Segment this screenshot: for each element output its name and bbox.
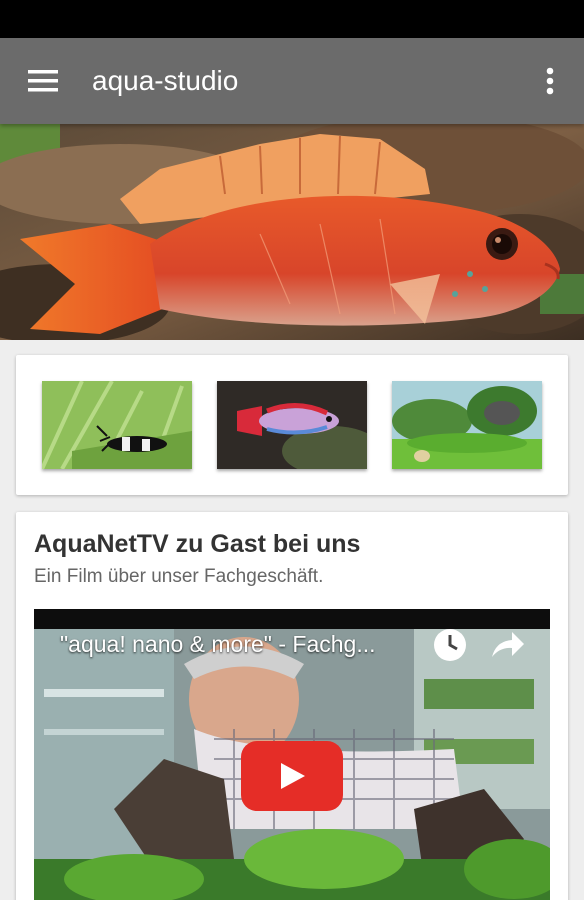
play-icon[interactable] — [241, 741, 343, 811]
app-bar: aqua-studio — [0, 38, 584, 124]
hero-fish-image — [0, 124, 584, 340]
video-overlay-title: "aqua! nano & more" - Fachg... — [60, 631, 376, 657]
thumbnail-gallery-card — [16, 355, 568, 495]
video-card-subtitle: Ein Film über unser Fachgeschäft. — [34, 566, 324, 587]
app-title: aqua-studio — [92, 65, 239, 96]
status-bar — [0, 0, 584, 38]
share-icon[interactable] — [490, 629, 526, 666]
thumbnail-killifish[interactable] — [217, 381, 367, 469]
video-player[interactable]: "aqua! nano & more" - Fachg... — [34, 609, 550, 900]
more-vert-icon[interactable] — [528, 59, 572, 103]
hamburger-menu-icon[interactable] — [21, 59, 65, 103]
video-card-title: AquaNetTV zu Gast bei uns — [34, 530, 361, 558]
thumbnail-aquarium[interactable] — [392, 381, 542, 469]
thumbnail-shrimp[interactable] — [42, 381, 192, 469]
video-card: AquaNetTV zu Gast bei uns Ein Film über … — [16, 512, 568, 900]
clock-icon[interactable] — [432, 627, 468, 668]
